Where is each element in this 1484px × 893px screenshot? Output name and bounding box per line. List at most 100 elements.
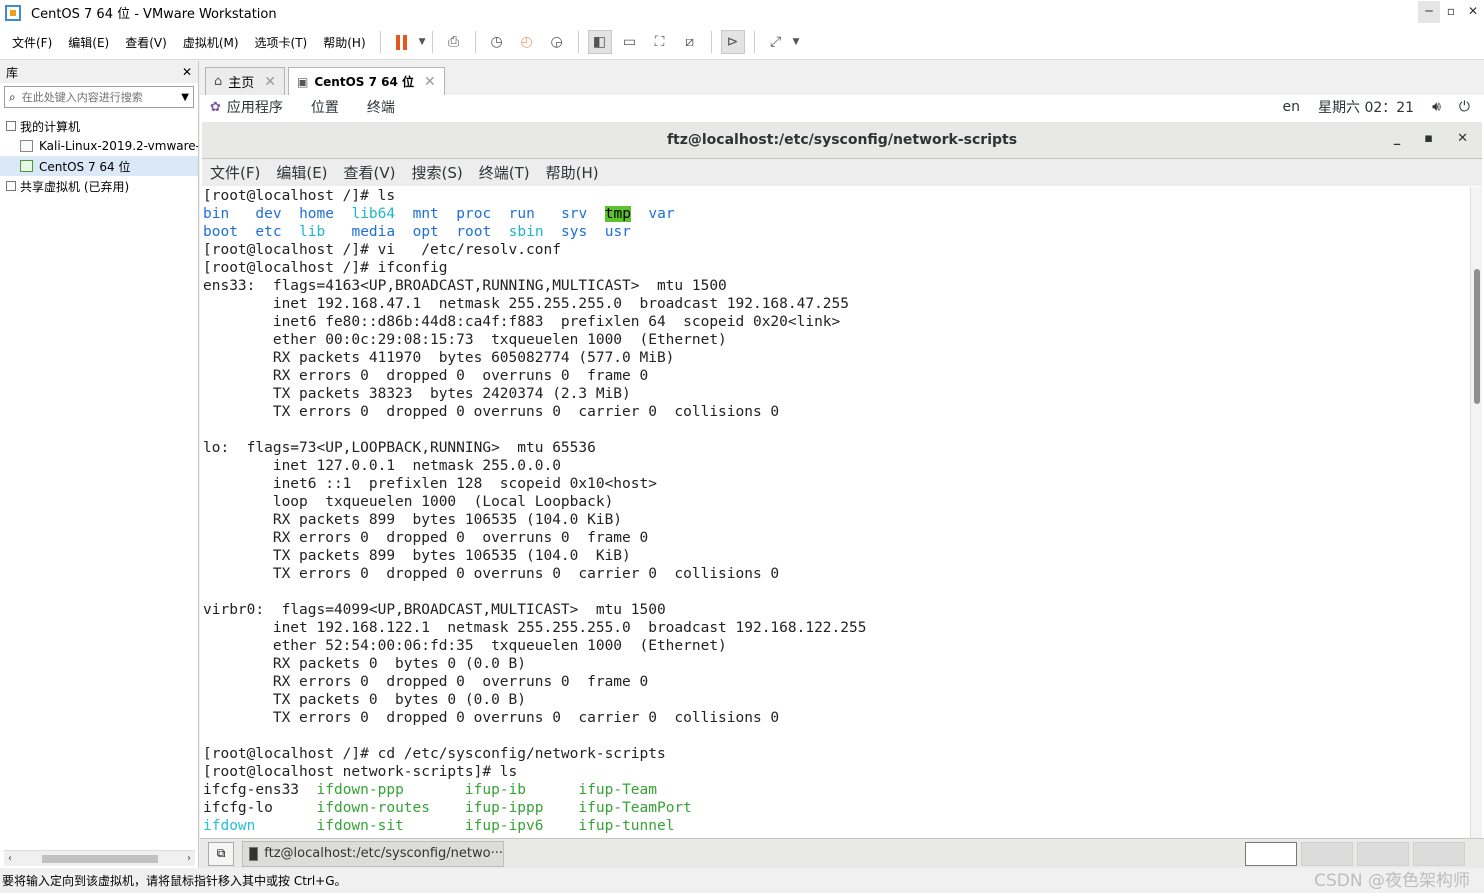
terminal-output[interactable]: [root@localhost /]# ls bin dev home lib64…: [202, 187, 1470, 838]
terminal-menu-file[interactable]: 文件(F): [210, 162, 260, 183]
exec-entry: ifup-Team: [578, 782, 657, 798]
terminal-line: TX errors 0 dropped 0 overruns 0 carrier…: [203, 566, 780, 582]
status-bar: 要将输入定向到该虚拟机，请将鼠标指针移入其中或按 Ctrl+G。: [0, 868, 1484, 893]
pause-button[interactable]: [390, 30, 414, 54]
gnome-places-menu[interactable]: 位置: [311, 97, 339, 117]
workspace-2[interactable]: [1301, 842, 1353, 866]
workspace-1[interactable]: [1245, 842, 1297, 866]
terminal-scrollbar[interactable]: [1470, 187, 1482, 838]
tab-close-icon[interactable]: ✕: [424, 74, 436, 90]
tree-item-centos[interactable]: CentOS 7 64 位: [0, 156, 198, 176]
chevron-down-icon[interactable]: ▼: [181, 92, 189, 103]
terminal-close-icon[interactable]: ✕: [1457, 131, 1468, 146]
dir-entry: var: [648, 206, 675, 222]
tree-item-label: Kali-Linux-2019.2-vmware-a: [39, 139, 198, 153]
terminal-menu-help[interactable]: 帮助(H): [546, 162, 599, 183]
terminal-maximize-icon[interactable]: ▪: [1424, 131, 1433, 146]
send-ctrl-alt-del-icon[interactable]: ⎙: [442, 30, 466, 54]
tree-item-shared[interactable]: 共享虚拟机 (已弃用): [0, 176, 198, 196]
stretch-guest-icon[interactable]: ⤢: [764, 30, 788, 54]
taskbar-window-terminal[interactable]: ftz@localhost:/etc/sysconfig/netwo···: [242, 840, 504, 867]
workspace-4[interactable]: [1413, 842, 1465, 866]
terminal-line: ether 52:54:00:06:fd:35 txqueuelen 1000 …: [203, 638, 727, 654]
library-horizontal-scrollbar[interactable]: ‹ ›: [4, 850, 195, 866]
vm-icon: [20, 140, 33, 152]
dir-entry: root: [456, 224, 492, 240]
scroll-right-icon[interactable]: ›: [187, 853, 191, 864]
close-button[interactable]: ✕: [1462, 1, 1484, 23]
menu-view[interactable]: 查看(V): [117, 34, 175, 51]
search-icon: ⌕: [9, 89, 16, 104]
thumbnail-bar-icon[interactable]: ▭: [618, 30, 642, 54]
exec-entry: ifdown-ppp: [316, 782, 404, 798]
terminal-line: RX packets 899 bytes 106535 (104.0 KiB): [203, 512, 623, 528]
terminal-menu-view[interactable]: 查看(V): [344, 162, 396, 183]
revert-snapshot-icon[interactable]: ◴: [515, 30, 539, 54]
library-search-input[interactable]: ⌕ 在此处键入内容进行搜索 ▼: [4, 86, 194, 108]
guest-display[interactable]: ✿ 应用程序 位置 终端 en 星期六 02：21 🔊︎ ⏻ ftz@local…: [200, 95, 1484, 838]
minimize-button[interactable]: ─: [1418, 1, 1440, 23]
watermark: CSDN @夜色架构师: [1314, 871, 1470, 891]
scrollbar-thumb[interactable]: [1474, 269, 1480, 404]
menu-vm[interactable]: 虚拟机(M): [175, 34, 247, 51]
menu-tabs[interactable]: 选项卡(T): [247, 34, 316, 51]
terminal-line: ens33: flags=4163<UP,BROADCAST,RUNNING,M…: [203, 278, 727, 294]
dir-entry: usr: [604, 224, 631, 240]
dir-entry: home: [299, 206, 334, 222]
library-close-icon[interactable]: ✕: [182, 65, 192, 79]
terminal-line: inet 127.0.0.1 netmask 255.0.0.0: [203, 458, 561, 474]
vmware-app-icon: [5, 4, 21, 21]
terminal-menu-search[interactable]: 搜索(S): [412, 162, 463, 183]
tab-centos[interactable]: ▣ CentOS 7 64 位 ✕: [288, 67, 445, 95]
menu-file[interactable]: 文件(F): [4, 34, 60, 51]
dir-entry: proc: [456, 206, 492, 222]
power-dropdown-caret[interactable]: ▼: [419, 37, 426, 47]
home-icon: ⌂: [214, 74, 223, 89]
tab-home[interactable]: ⌂ 主页 ✕: [205, 67, 286, 95]
file-entry: ifcfg-lo: [203, 800, 273, 816]
clock[interactable]: 星期六 02：21: [1318, 97, 1414, 117]
show-desktop-icon[interactable]: ⧉: [208, 841, 234, 866]
dir-entry: mnt: [412, 206, 439, 222]
volume-icon[interactable]: 🔊︎: [1432, 99, 1441, 115]
power-icon[interactable]: ⏻: [1459, 99, 1470, 115]
input-language[interactable]: en: [1283, 99, 1301, 115]
maximize-button[interactable]: ▫: [1440, 1, 1462, 23]
console-view-icon[interactable]: ⊳: [720, 30, 745, 54]
symlink-entry: lib64: [351, 206, 396, 222]
terminal-line: loop txqueuelen 1000 (Local Loopback): [203, 494, 614, 510]
workspace-3[interactable]: [1357, 842, 1409, 866]
toolbar-separator: [710, 31, 712, 53]
unity-icon[interactable]: ⧄: [678, 30, 702, 54]
menu-help[interactable]: 帮助(H): [315, 34, 373, 51]
scroll-left-icon[interactable]: ‹: [8, 853, 12, 864]
snapshot-icon[interactable]: ◷: [485, 30, 509, 54]
tree-item-kali[interactable]: Kali-Linux-2019.2-vmware-a: [0, 136, 198, 156]
terminal-minimize-icon[interactable]: _: [1394, 131, 1401, 146]
tab-close-icon[interactable]: ✕: [264, 74, 276, 90]
scrollbar-thumb[interactable]: [42, 855, 158, 863]
gnome-terminal-menu[interactable]: 终端: [367, 97, 395, 117]
gnome-applications-menu[interactable]: ✿ 应用程序: [210, 97, 311, 117]
exec-entry: ifup-ipv6: [464, 818, 544, 834]
terminal-window-controls: _ ▪ ✕: [1394, 131, 1468, 146]
toolbar-separator: [379, 31, 381, 53]
show-library-icon[interactable]: ◧: [587, 30, 612, 54]
vm-tab-icon: ▣: [297, 74, 309, 89]
terminal-line: virbr0: flags=4099<UP,BROADCAST,MULTICAS…: [203, 602, 666, 618]
symlink-entry: sbin: [508, 224, 544, 240]
tree-item-label: CentOS 7 64 位: [39, 159, 131, 174]
tree-item-my-computer[interactable]: 我的计算机: [0, 116, 198, 136]
ls-root-row-1: bin dev home lib64 mnt proc run srv tmp …: [203, 205, 1470, 223]
ls-net-row-1: ifcfg-ens33 ifdown-ppp ifup-ib ifup-Team: [203, 781, 1470, 799]
search-placeholder: 在此处键入内容进行搜索: [21, 91, 143, 104]
dir-entry: etc: [255, 224, 282, 240]
terminal-menu-edit[interactable]: 编辑(E): [276, 162, 327, 183]
fullscreen-icon[interactable]: ⛶: [648, 30, 672, 54]
stretch-dropdown-caret[interactable]: ▼: [793, 37, 800, 47]
terminal-menu-terminal[interactable]: 终端(T): [479, 162, 530, 183]
menu-edit[interactable]: 编辑(E): [60, 34, 117, 51]
guest-taskbar: ⧉ ftz@localhost:/etc/sysconfig/netwo···: [200, 838, 1484, 868]
tree-item-label: 共享虚拟机 (已弃用): [20, 179, 130, 194]
snapshot-manager-icon[interactable]: ◶: [545, 30, 569, 54]
